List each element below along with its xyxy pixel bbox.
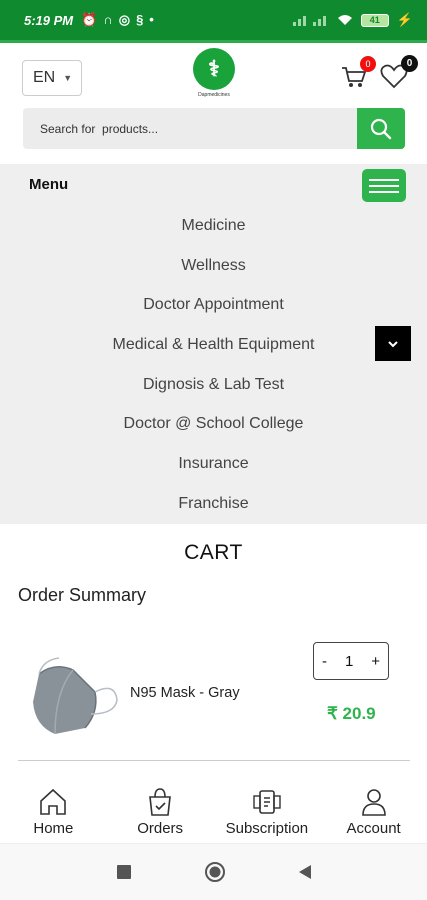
language-value: EN [33, 69, 56, 86]
hamburger-line [369, 190, 399, 193]
system-navigation-bar [0, 843, 427, 900]
nav-item-home[interactable]: Home [0, 782, 107, 842]
chevron-down-icon [388, 340, 398, 347]
app-header: EN ▼ ⚕ Dapmedicines 0 0 [0, 43, 427, 103]
submenu-toggle-button[interactable] [375, 326, 411, 361]
back-triangle-icon [298, 865, 311, 879]
whatsapp-icon: ◎ [118, 12, 131, 27]
shopping-bag-icon [149, 788, 172, 816]
product-price: ₹ 20.9 [327, 704, 376, 723]
order-summary-heading: Order Summary [18, 585, 147, 605]
hamburger-line [369, 184, 399, 187]
recents-icon [116, 865, 131, 879]
menu-item-doctor-school[interactable]: Doctor @ School College [0, 404, 427, 444]
nav-item-subscription[interactable]: Subscription [214, 782, 321, 842]
home-icon [40, 788, 67, 815]
nav-label-subscription: Subscription [225, 820, 309, 837]
menu-item-franchise[interactable]: Franchise [0, 484, 427, 524]
language-select[interactable]: EN ▼ [22, 60, 82, 96]
hamburger-line [369, 178, 399, 181]
cart-count-badge: 0 [360, 56, 376, 72]
alarm-icon: ⏰ [81, 12, 98, 27]
nav-item-orders[interactable]: Orders [107, 782, 214, 842]
increase-quantity-button[interactable]: + [371, 653, 380, 670]
subscription-icon [253, 790, 281, 814]
logo[interactable]: ⚕ [193, 48, 235, 90]
charging-icon: ⚡ [396, 12, 413, 27]
nav-label-orders: Orders [137, 820, 184, 837]
menu-item-medical-equipment[interactable]: Medical & Health Equipment [0, 325, 427, 365]
headset-icon: ∩ [103, 12, 113, 27]
home-system-button[interactable] [204, 861, 226, 883]
more-dot-icon: • [149, 12, 154, 27]
hamburger-menu-button[interactable] [362, 169, 406, 202]
user-icon [361, 789, 386, 816]
status-time: 5:19 PM [24, 12, 74, 28]
menu-item-wellness[interactable]: Wellness [0, 246, 427, 286]
menu-title: Menu [29, 176, 69, 193]
caduceus-icon: ⚕ [208, 56, 220, 81]
menu-item-medicine[interactable]: Medicine [0, 206, 427, 246]
wifi-icon [337, 15, 352, 25]
menu-list: Medicine Wellness Doctor Appointment Med… [0, 206, 427, 524]
decrease-quantity-button[interactable]: - [322, 653, 327, 670]
bottom-navigation: Home Orders Subscription Account [0, 782, 427, 842]
shazam-icon: § [136, 12, 144, 27]
search-input[interactable] [23, 108, 357, 149]
status-bar: 5:19 PM ⏰ ∩ ◎ § • 41 ⚡ [0, 0, 427, 40]
notification-icons: ⏰ ∩ ◎ § • [81, 12, 154, 28]
recents-button[interactable] [116, 864, 132, 880]
menu-item-doctor-appointment[interactable]: Doctor Appointment [0, 285, 427, 325]
nav-item-account[interactable]: Account [320, 782, 427, 842]
menu-item-insurance[interactable]: Insurance [0, 444, 427, 484]
back-button[interactable] [298, 864, 312, 880]
logo-text: Dapmedicines [198, 92, 230, 98]
product-name[interactable]: N95 Mask - Gray [130, 685, 240, 701]
chevron-down-icon: ▼ [63, 73, 73, 83]
search-bar [23, 108, 405, 149]
quantity-stepper: - 1 + [313, 642, 389, 680]
search-icon [370, 118, 392, 139]
signal-icon [292, 16, 326, 26]
search-button[interactable] [357, 108, 405, 149]
menu-panel: Menu Medicine Wellness Doctor Appointmen… [0, 164, 427, 524]
battery-icon: 41 [360, 13, 389, 27]
nav-label-account: Account [346, 820, 401, 837]
product-image[interactable] [25, 652, 120, 740]
cart-title: CART [184, 541, 243, 564]
quantity-value: 1 [344, 652, 354, 670]
wishlist-count-badge: 0 [401, 55, 418, 72]
home-circle-icon [204, 862, 225, 882]
menu-item-lab-test[interactable]: Dignosis & Lab Test [0, 365, 427, 405]
status-right: 41 ⚡ [292, 12, 413, 28]
divider [18, 760, 410, 761]
nav-label-home: Home [33, 820, 74, 837]
